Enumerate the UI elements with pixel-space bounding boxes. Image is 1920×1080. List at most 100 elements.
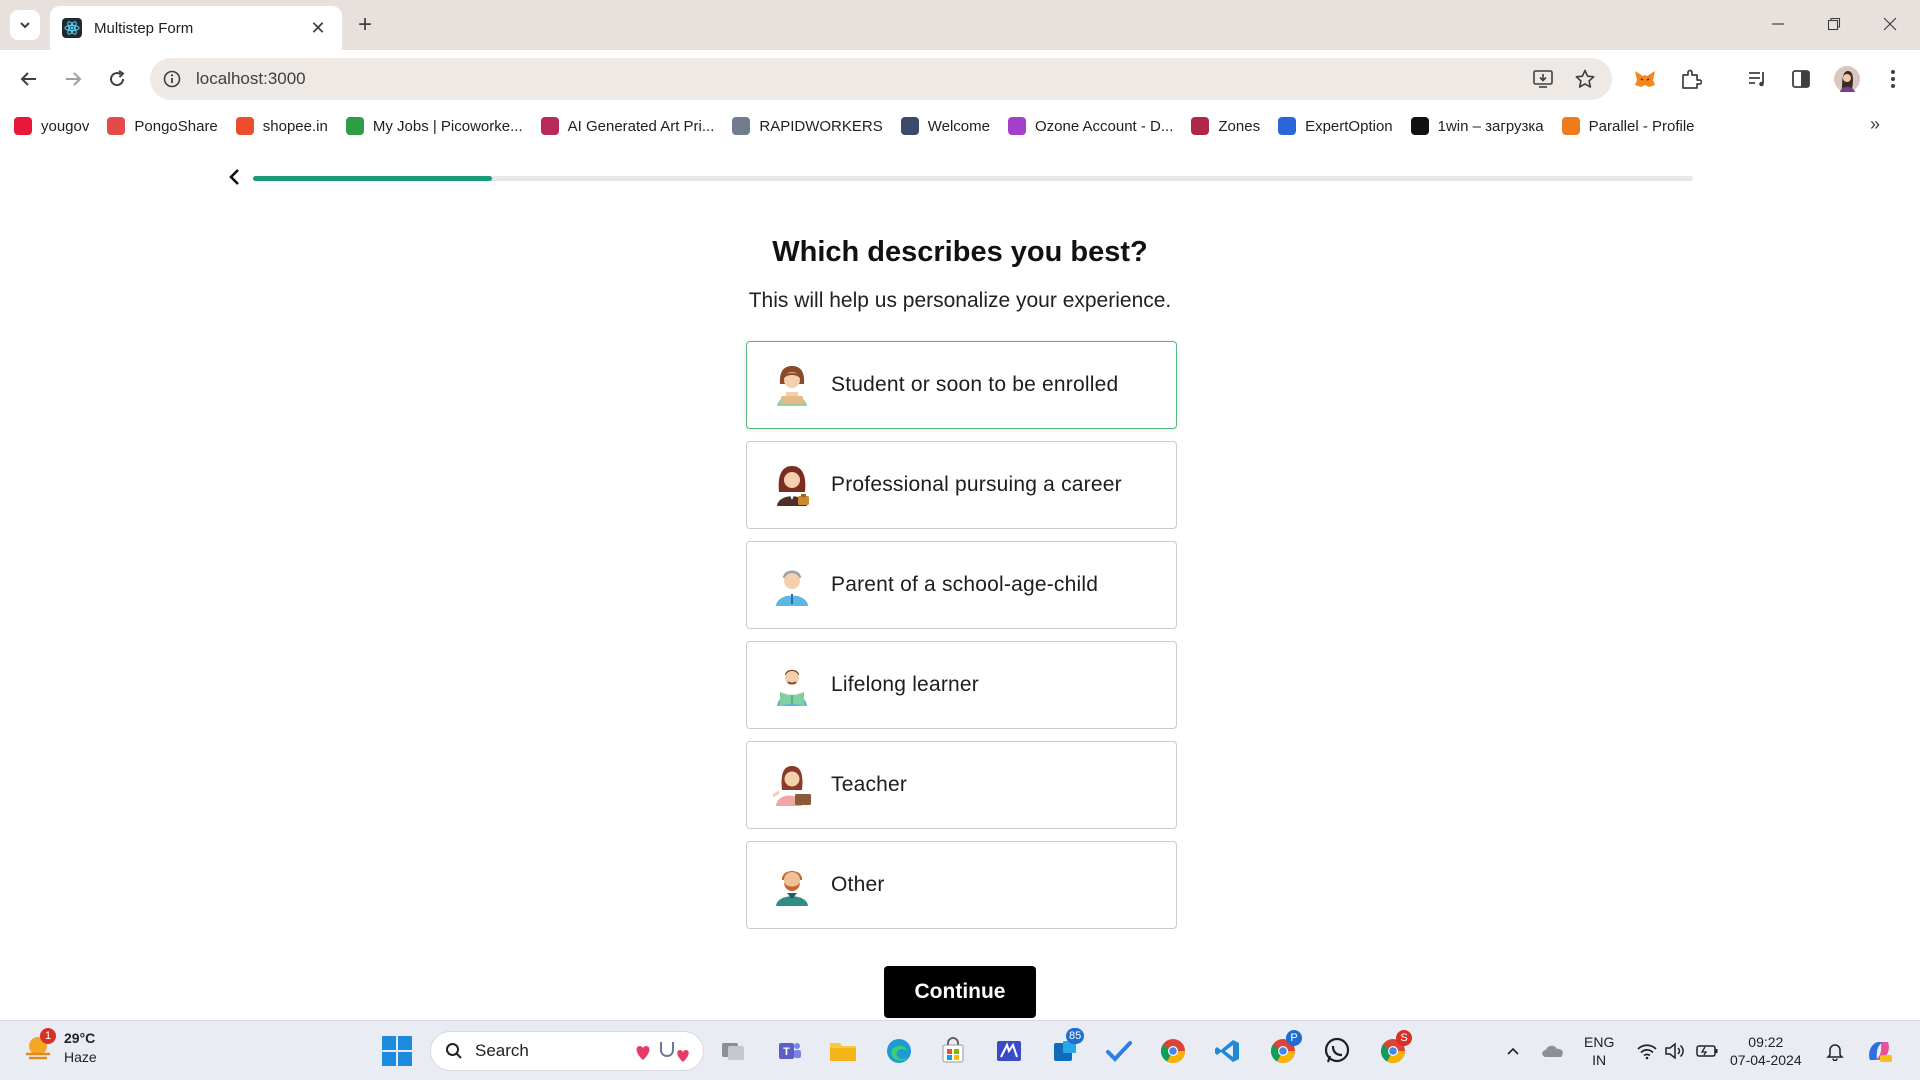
search-icon — [446, 1043, 462, 1059]
metamask-icon[interactable] — [1630, 64, 1660, 94]
onedrive-icon[interactable] — [1536, 1034, 1570, 1068]
option-other[interactable]: Other — [746, 841, 1177, 929]
options-list: Student or soon to be enrolled Professio… — [746, 341, 1177, 941]
notifications-bell-icon[interactable] — [1818, 1034, 1852, 1068]
language-indicator[interactable]: ENG IN — [1584, 1033, 1614, 1069]
option-label: Student or soon to be enrolled — [831, 373, 1119, 396]
option-parent[interactable]: Parent of a school-age-child — [746, 541, 1177, 629]
1win-icon — [1410, 117, 1429, 135]
media-control-icon[interactable] — [1742, 64, 1772, 94]
bookmark-label: shopee.in — [262, 117, 328, 135]
option-student[interactable]: Student or soon to be enrolled — [746, 341, 1177, 429]
bookmark-item[interactable]: Ozone Account - D... — [1007, 117, 1174, 135]
bookmark-label: Zones — [1218, 117, 1261, 135]
form-back-button[interactable] — [224, 166, 246, 188]
weather-widget[interactable]: 1 29°C Haze — [22, 1028, 97, 1067]
tab-search-button[interactable] — [10, 10, 40, 40]
ms-store-icon[interactable] — [936, 1034, 970, 1068]
nc-icon — [540, 117, 559, 135]
todo-icon[interactable] — [1102, 1034, 1136, 1068]
option-lifelong-learner[interactable]: Lifelong learner — [746, 641, 1177, 729]
yougov-icon — [14, 117, 32, 135]
reload-icon[interactable] — [102, 64, 132, 94]
question-title: Which describes you best? — [772, 236, 1148, 268]
volume-icon[interactable] — [1658, 1034, 1692, 1068]
clock-time: 09:22 — [1748, 1034, 1784, 1050]
option-label: Lifelong learner — [831, 673, 979, 696]
pongoshare-icon — [107, 117, 126, 135]
extensions-icon[interactable] — [1676, 64, 1706, 94]
chrome-profile-p-icon[interactable]: P — [1266, 1030, 1302, 1068]
chrome-p-badge: P — [1286, 1030, 1302, 1046]
search-label: Search — [475, 1041, 529, 1060]
option-professional[interactable]: Professional pursuing a career — [746, 441, 1177, 529]
page-content: Which describes you best? This will help… — [0, 144, 1920, 1020]
tab-close-icon[interactable]: ✕ — [306, 16, 330, 40]
close-window-icon[interactable] — [1870, 10, 1910, 38]
bookmark-label: 1win – загрузка — [1437, 117, 1544, 135]
ozone-icon — [1007, 117, 1026, 135]
expertoption-icon — [1278, 117, 1297, 135]
chrome-icon[interactable] — [1156, 1034, 1190, 1068]
svg-text:T: T — [783, 1046, 790, 1058]
chrome-profile-s-icon[interactable]: S — [1376, 1030, 1412, 1068]
task-view-icon[interactable] — [716, 1034, 750, 1068]
minimize-icon[interactable] — [1758, 10, 1798, 38]
browser-toolbar: localhost:3000 — [0, 50, 1920, 108]
clock[interactable]: 09:22 07-04-2024 — [1730, 1033, 1802, 1069]
edge-icon[interactable] — [882, 1034, 916, 1068]
option-label: Parent of a school-age-child — [831, 573, 1099, 596]
bookmark-label: My Jobs | Picoworke... — [372, 117, 523, 135]
bookmark-item[interactable]: ExpertOption — [1278, 117, 1393, 135]
bookmark-item[interactable]: PongoShare — [107, 117, 218, 135]
option-label: Teacher — [831, 773, 908, 796]
whatsapp-icon[interactable] — [1320, 1034, 1354, 1068]
lang-top: ENG — [1584, 1034, 1615, 1050]
browser-tab[interactable]: Multistep Form ✕ — [50, 6, 342, 50]
bookmark-item[interactable]: Zones — [1191, 117, 1260, 135]
option-label: Professional pursuing a career — [831, 473, 1122, 496]
vscode-icon[interactable] — [1210, 1034, 1244, 1068]
mail-app-icon[interactable] — [992, 1034, 1026, 1068]
bookmark-item[interactable]: RAPIDWORKERS — [732, 117, 883, 135]
address-bar[interactable]: localhost:3000 — [150, 58, 1612, 100]
teams-icon[interactable]: T — [772, 1034, 806, 1068]
forward-icon[interactable] — [58, 64, 88, 94]
outlook-icon[interactable]: 85 — [1048, 1028, 1085, 1068]
new-tab-icon[interactable]: + — [352, 11, 378, 38]
bookmark-star-icon[interactable] — [1570, 64, 1600, 94]
windows-start-icon[interactable] — [382, 1036, 412, 1066]
lang-bottom: IN — [1592, 1052, 1607, 1068]
bookmark-label: yougov — [41, 117, 90, 135]
tab-title: Multistep Form — [94, 19, 194, 37]
profile-avatar[interactable] — [1832, 64, 1862, 94]
bookmark-item[interactable]: shopee.in — [235, 117, 328, 135]
bookmarks-overflow-icon[interactable]: » — [1870, 114, 1880, 135]
bookmark-item[interactable]: Parallel - Profile — [1561, 117, 1695, 135]
site-info-icon[interactable] — [162, 69, 182, 89]
battery-icon[interactable] — [1690, 1034, 1724, 1068]
learner-avatar-icon — [777, 669, 807, 706]
bookmark-item[interactable]: Welcome — [900, 117, 990, 135]
bookmark-item[interactable]: AI Generated Art Pri... — [540, 117, 714, 135]
tray-chevron-up-icon[interactable] — [1496, 1034, 1530, 1068]
other-avatar-icon — [776, 871, 808, 906]
file-explorer-icon[interactable] — [826, 1034, 860, 1068]
clock-date: 07-04-2024 — [1730, 1052, 1802, 1068]
more-menu-icon[interactable] — [1878, 64, 1908, 94]
bookmark-item[interactable]: 1win – загрузка — [1410, 117, 1544, 135]
restore-icon[interactable] — [1814, 10, 1854, 38]
chevron-down-icon — [20, 22, 30, 29]
back-icon[interactable] — [14, 64, 44, 94]
install-app-icon[interactable] — [1528, 64, 1558, 94]
taskbar-search[interactable]: Search — [430, 1031, 704, 1071]
side-panel-icon[interactable] — [1786, 64, 1816, 94]
continue-button[interactable]: Continue — [884, 966, 1036, 1018]
bookmarks-bar: yougov PongoShare shopee.in My Jobs | Picow… — [0, 108, 1920, 144]
copilot-icon[interactable] — [1862, 1034, 1896, 1068]
bookmark-item[interactable]: yougov — [14, 117, 89, 135]
bookmark-label: Parallel - Profile — [1588, 117, 1695, 135]
option-teacher[interactable]: Teacher — [746, 741, 1177, 829]
bookmark-label: Ozone Account - D... — [1034, 117, 1174, 135]
bookmark-item[interactable]: My Jobs | Picoworke... — [345, 117, 523, 135]
